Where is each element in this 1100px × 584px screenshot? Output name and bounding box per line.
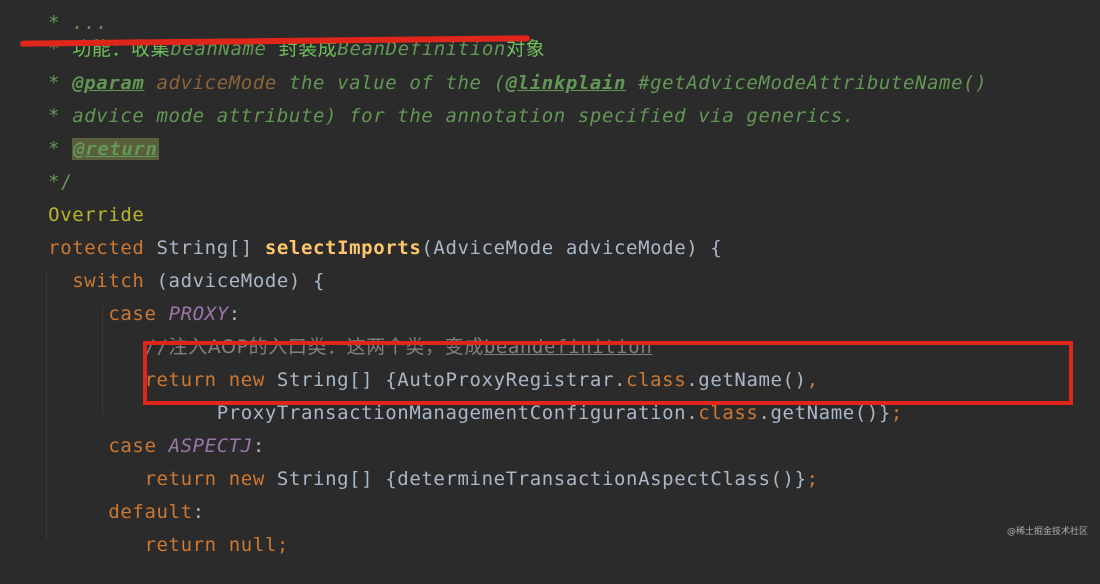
code-line-4: * @return [0,110,159,160]
code-editor[interactable]: * ... * 功能：收集beanName 封装成BeanDefinition对… [0,0,1100,556]
code-line-16: return null; [0,506,289,556]
code-line-6: Override [0,176,144,226]
code-line-8: switch (adviceMode) { [0,242,325,292]
javadoc-return-tag: @return [72,138,159,160]
code-line-partial: * ... [0,0,108,34]
doc-comment-text: advice mode attribute) for the annotatio… [72,105,855,127]
code-text: .getName()} [758,402,891,424]
semicolon: ; [276,534,289,556]
code-line-9: case PROXY: [0,275,241,325]
code-text: ProxyTransactionManagementConfiguration. [216,402,699,424]
keyword-null: null [228,534,277,556]
code-line-7: rotected String[] selectImports(AdviceMo… [0,209,722,259]
semicolon: ; [890,402,903,424]
code-line-13: case ASPECTJ: [0,407,265,457]
method-params: (AdviceMode adviceMode) { [421,237,723,259]
code-line-2: * @param adviceMode the value of the (@l… [0,44,987,94]
code-line-5: */ [0,143,72,193]
code-line-1: * 功能：收集beanName 封装成BeanDefinition对象 [0,10,545,60]
code-line-3: * advice mode attribute) for the annotat… [0,77,855,127]
code-text: String[] {determineTransactionAspectClas… [264,468,807,490]
keyword-new: new [228,468,265,490]
keyword-class: class [698,402,759,424]
keyword-return: return [144,534,217,556]
red-highlight-box [143,341,1073,405]
code-line-14: return new String[] {determineTransactio… [0,440,819,490]
code-line-15: default: [0,473,205,523]
semicolon: ; [806,468,819,490]
watermark: @稀土掘金技术社区 [1006,527,1088,537]
code-line-10: //注入AOP的入口类：这两个类，变成beandefinition [0,308,652,358]
